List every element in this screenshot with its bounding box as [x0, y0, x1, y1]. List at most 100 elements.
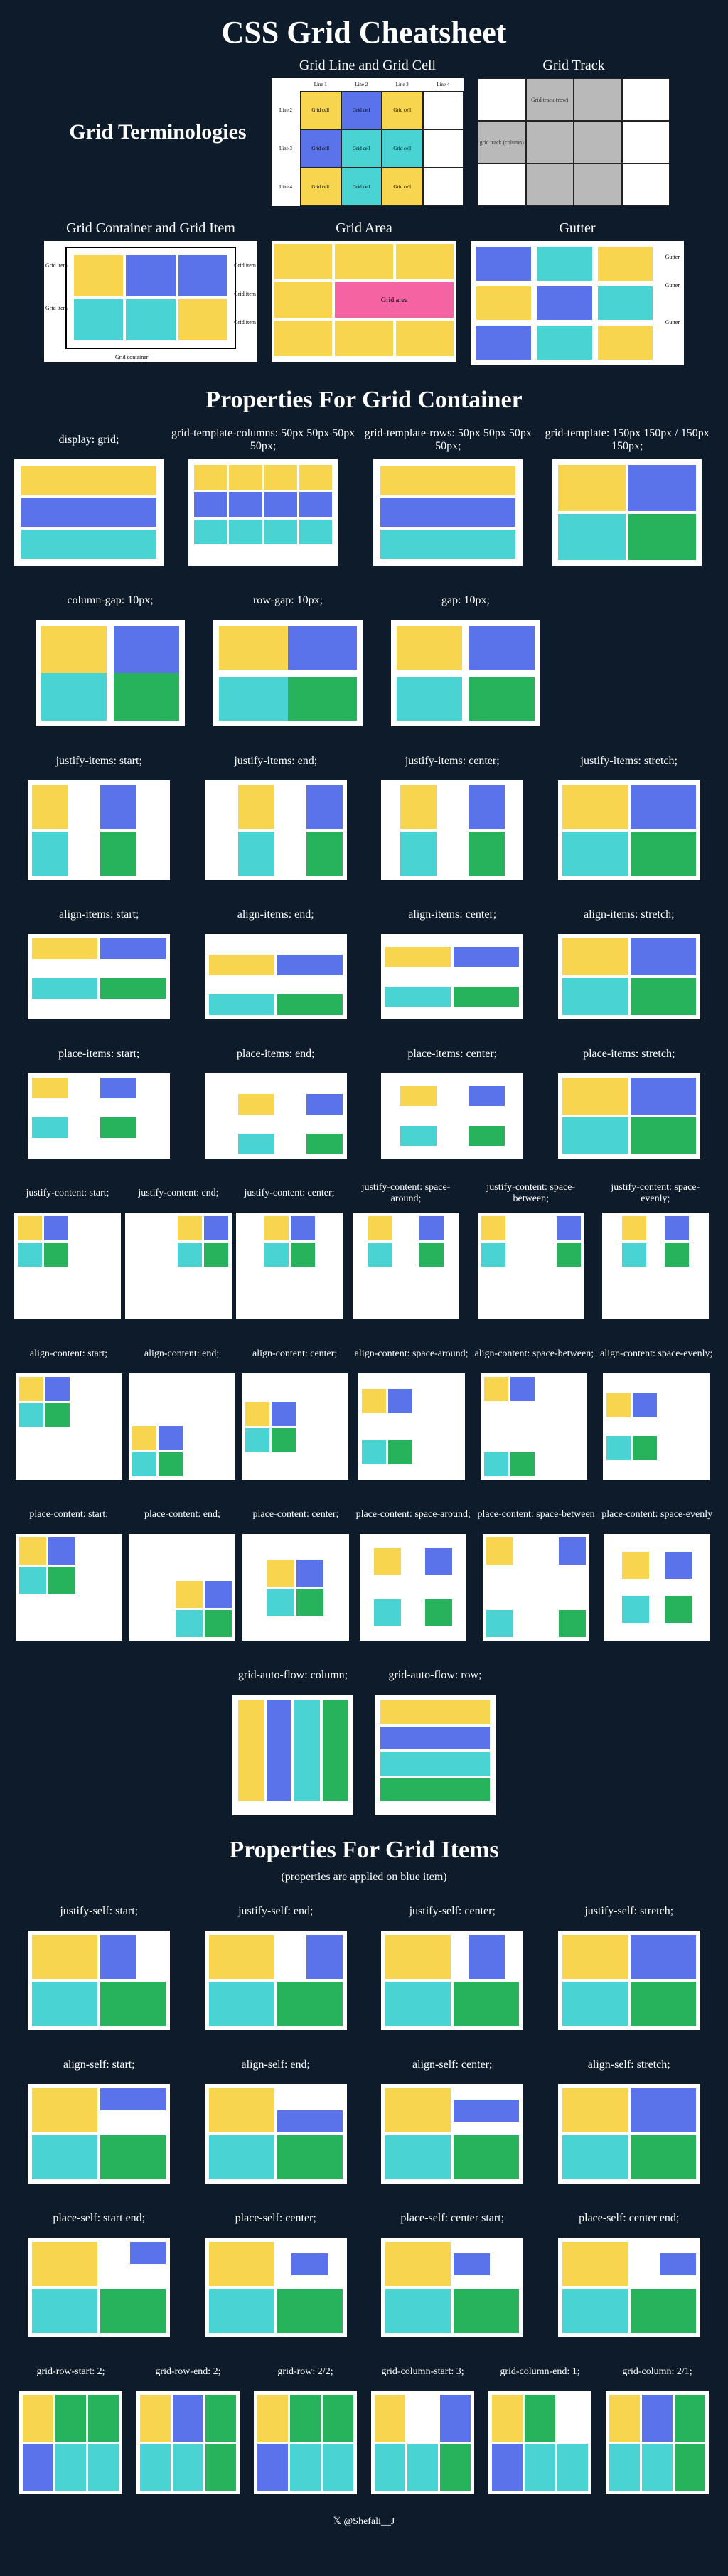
example-js-end	[205, 1931, 347, 2030]
caption: align-content: space-evenly;	[600, 1341, 712, 1368]
figure-grid-track: Grid track (row) grid track (column)	[478, 78, 670, 206]
row-place-self: place-self: start end; place-self: cente…	[14, 2205, 714, 2337]
row-place-items: place-items: start; place-items: end; pl…	[14, 1041, 714, 1159]
example-gtc	[188, 459, 338, 566]
example-ai-center	[381, 934, 523, 1019]
section-items-note: (properties are applied on blue item)	[14, 1871, 714, 1884]
term-label-grid-track: Grid Track	[542, 58, 604, 74]
caption: align-content: end;	[144, 1341, 219, 1368]
caption: align-content: space-around;	[355, 1341, 469, 1368]
caption: grid-template: 150px 150px / 150px 150px…	[540, 426, 714, 454]
caption: justify-self: end;	[238, 1898, 313, 1925]
example-gaf-col	[232, 1695, 353, 1815]
caption: align-self: stretch;	[588, 2051, 670, 2078]
credit: 𝕏 @Shefali__J	[14, 2516, 714, 2528]
example-gt	[552, 459, 702, 566]
example-jc-end	[125, 1213, 232, 1319]
example-pc-center	[242, 1534, 349, 1641]
caption: align-self: start;	[63, 2051, 135, 2078]
caption: grid-auto-flow: row;	[388, 1662, 481, 1689]
example-ac-se	[603, 1373, 710, 1480]
example-ac-sa	[358, 1373, 465, 1480]
row-basic-templates: display: grid; grid-template-columns: 50…	[14, 426, 714, 566]
caption: place-content: space-around;	[356, 1501, 471, 1528]
example-gaf-row	[375, 1695, 496, 1815]
example-jc-se	[602, 1213, 709, 1319]
row-grid-placement: grid-row-start: 2; grid-row-end: 2; grid…	[14, 2358, 714, 2494]
example-gtr	[373, 459, 523, 566]
figure-gutter: Gutter Gutter Gutter	[471, 241, 684, 365]
example-ac-sb	[481, 1373, 587, 1480]
example-ps-ce	[558, 2238, 700, 2337]
example-gc	[606, 2391, 709, 2494]
example-as-stretch	[558, 2084, 700, 2184]
caption: grid-column-end: 1;	[500, 2358, 579, 2386]
example-ai-end	[205, 934, 347, 1019]
example-grs	[19, 2391, 122, 2494]
caption: place-self: center start;	[400, 2205, 504, 2232]
term-label-container-item: Grid Container and Grid Item	[66, 220, 235, 237]
caption: grid-row-start: 2;	[36, 2358, 105, 2386]
example-jc-center	[236, 1213, 343, 1319]
terminology-header-text: Grid Terminologies	[69, 119, 246, 145]
example-gr	[254, 2391, 357, 2494]
example-js-start	[28, 1931, 170, 2030]
caption: place-self: start end;	[53, 2205, 145, 2232]
caption: grid-template-columns: 50px 50px 50px 50…	[171, 426, 355, 454]
example-gce	[488, 2391, 592, 2494]
caption: align-content: start;	[30, 1341, 107, 1368]
example-ac-start	[16, 1373, 122, 1480]
caption: place-content: space-evenly	[601, 1501, 712, 1528]
caption: gap: 10px;	[441, 587, 490, 614]
example-pi-start	[28, 1073, 170, 1159]
example-ji-center	[381, 780, 523, 880]
caption: grid-auto-flow: column;	[238, 1662, 348, 1689]
section-container-title: Properties For Grid Container	[14, 387, 714, 414]
caption: place-content: space-between	[477, 1501, 594, 1528]
caption: place-items: center;	[407, 1041, 497, 1068]
example-ji-start	[28, 780, 170, 880]
caption: align-items: center;	[408, 901, 496, 928]
example-as-end	[205, 2084, 347, 2184]
row-auto-flow: grid-auto-flow: column; grid-auto-flow: …	[14, 1662, 714, 1815]
example-colgap	[36, 620, 185, 726]
caption: display: grid;	[59, 426, 119, 454]
row-place-content: place-content: start; place-content: end…	[14, 1501, 714, 1641]
caption: place-items: start;	[58, 1041, 139, 1068]
example-js-stretch	[558, 1931, 700, 2030]
example-as-start	[28, 2084, 170, 2184]
caption: place-items: stretch;	[583, 1041, 675, 1068]
terminology-header: Grid Terminologies	[69, 119, 246, 145]
example-ji-stretch	[558, 780, 700, 880]
example-pc-start	[16, 1534, 122, 1641]
row-justify-self: justify-self: start; justify-self: end; …	[14, 1898, 714, 2030]
example-ps-cs	[381, 2238, 523, 2337]
caption: justify-content: space-between;	[469, 1180, 593, 1207]
caption: grid-row: 2/2;	[277, 2358, 333, 2386]
caption: justify-content: start;	[26, 1180, 109, 1207]
example-rowgap	[213, 620, 363, 726]
example-jc-sa	[353, 1213, 459, 1319]
term-label-gutter: Gutter	[559, 220, 595, 237]
caption: justify-self: stretch;	[584, 1898, 673, 1925]
example-ac-end	[129, 1373, 235, 1480]
figure-container-item: Grid item Grid item Grid item Grid item …	[44, 241, 257, 362]
example-ps-c	[205, 2238, 347, 2337]
terminology-row-2: Grid Container and Grid Item Grid item G…	[14, 220, 714, 365]
caption: align-items: stretch;	[584, 901, 675, 928]
caption: align-content: center;	[252, 1341, 337, 1368]
caption: justify-content: space-around;	[347, 1180, 465, 1207]
caption: row-gap: 10px;	[253, 587, 323, 614]
example-pc-sa	[360, 1534, 466, 1641]
example-ps-se	[28, 2238, 170, 2337]
caption: justify-content: center;	[244, 1180, 334, 1207]
example-pc-end	[129, 1534, 235, 1641]
example-as-center	[381, 2084, 523, 2184]
example-ai-start	[28, 934, 170, 1019]
caption: grid-column: 2/1;	[622, 2358, 692, 2386]
caption: place-self: center end;	[579, 2205, 679, 2232]
caption: grid-row-end: 2;	[155, 2358, 220, 2386]
caption: column-gap: 10px;	[67, 587, 153, 614]
example-gcs	[371, 2391, 474, 2494]
example-pi-end	[205, 1073, 347, 1159]
